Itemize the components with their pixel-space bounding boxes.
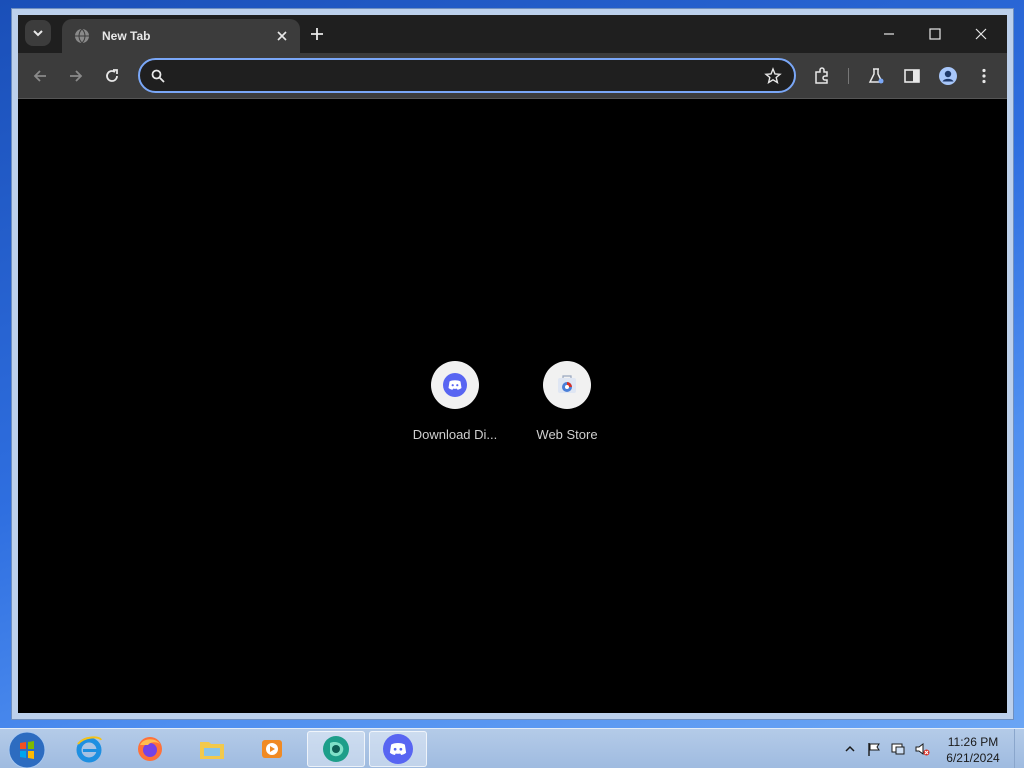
new-tab-page: Download Di... Web Store [18,99,1007,713]
extensions-icon[interactable] [812,66,832,86]
shortcut-label: Web Store [536,427,598,442]
tab-search-button[interactable] [25,20,51,46]
taskbar-file-explorer[interactable] [183,731,241,767]
firefox-icon [138,737,162,761]
bookmark-star-icon[interactable] [764,67,782,85]
start-button-icon[interactable] [8,731,46,768]
address-bar[interactable] [138,58,796,93]
internet-explorer-icon [76,736,102,763]
web-store-icon [558,375,576,393]
taskbar-discord[interactable] [369,731,427,767]
shortcut-web-store[interactable]: Web Store [511,361,623,442]
browser-chrome: New Tab Download Di... Web Store [18,15,1007,713]
side-panel-icon[interactable] [902,66,922,86]
menu-kebab-icon[interactable] [974,66,994,86]
labs-flask-icon[interactable] [866,66,886,86]
shortcut-label: Download Di... [412,427,498,442]
taskbar-firefox[interactable] [121,731,179,767]
forward-arrow-icon[interactable] [66,66,86,86]
profile-avatar-icon[interactable] [938,66,958,86]
reload-icon[interactable] [102,66,122,86]
shortcut-icon-circle [543,361,591,409]
chevron-down-icon [33,30,43,37]
taskbar-media-player[interactable] [243,731,301,767]
tab-strip: New Tab [18,15,1007,53]
taskbar-browser-app[interactable] [307,731,365,767]
globe-icon [75,28,89,44]
discord-icon [443,373,467,397]
toolbar-divider [848,68,849,84]
file-explorer-icon [200,742,224,759]
show-desktop-button[interactable] [1014,729,1024,768]
browser-window: New Tab Download Di... Web Store [11,8,1014,720]
new-tab-icon[interactable] [308,25,326,43]
tab-new-tab[interactable]: New Tab [62,19,300,53]
taskbar: 11:26 PM 6/21/2024 [0,728,1024,768]
back-arrow-icon[interactable] [30,66,50,86]
shortcut-download-discord[interactable]: Download Di... [399,361,511,442]
media-player-icon [262,740,282,758]
maximize-icon[interactable] [924,23,946,45]
close-tab-icon[interactable] [274,28,290,44]
browser-toolbar [18,53,1007,99]
network-icon[interactable] [890,741,906,757]
search-icon [151,69,165,83]
minimize-icon[interactable] [878,23,900,45]
address-input[interactable] [178,66,738,86]
shortcut-icon-circle [431,361,479,409]
volume-muted-icon[interactable] [914,741,930,757]
clock-time: 11:26 PM [947,735,999,749]
close-window-icon[interactable] [970,23,992,45]
clock-date: 6/21/2024 [946,751,1000,765]
discord-icon [383,734,413,764]
taskbar-internet-explorer[interactable] [60,731,118,767]
show-hidden-icons-icon[interactable] [842,741,858,757]
browser-app-icon [323,736,349,762]
action-center-flag-icon[interactable] [866,741,882,757]
tab-title: New Tab [102,29,151,43]
system-clock[interactable]: 11:26 PM 6/21/2024 [936,734,1010,766]
